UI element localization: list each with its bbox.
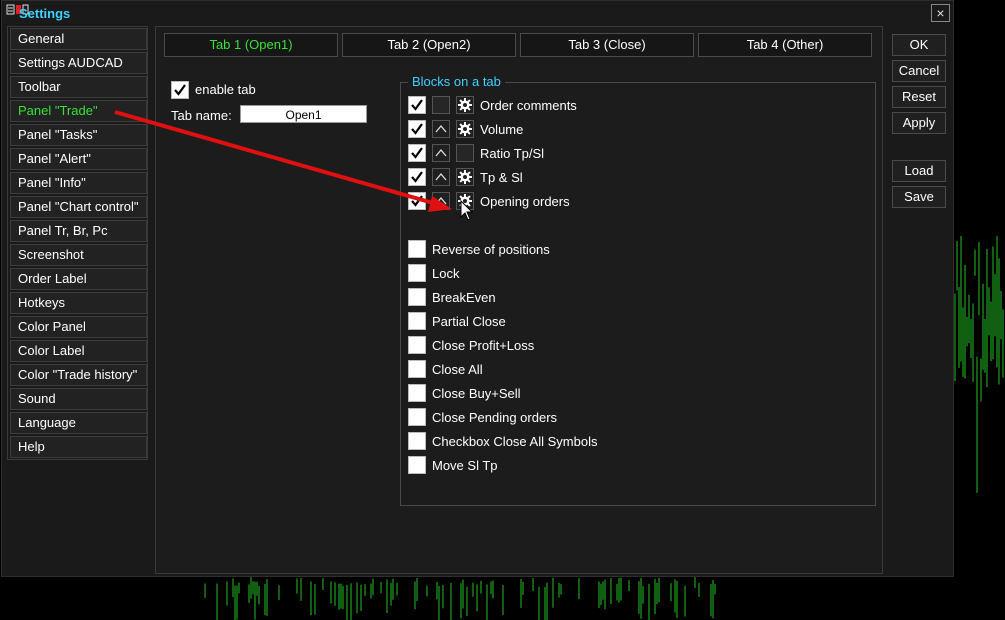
- mouse-cursor-icon: [460, 200, 474, 221]
- red-annotation-arrow-icon: [114, 110, 452, 212]
